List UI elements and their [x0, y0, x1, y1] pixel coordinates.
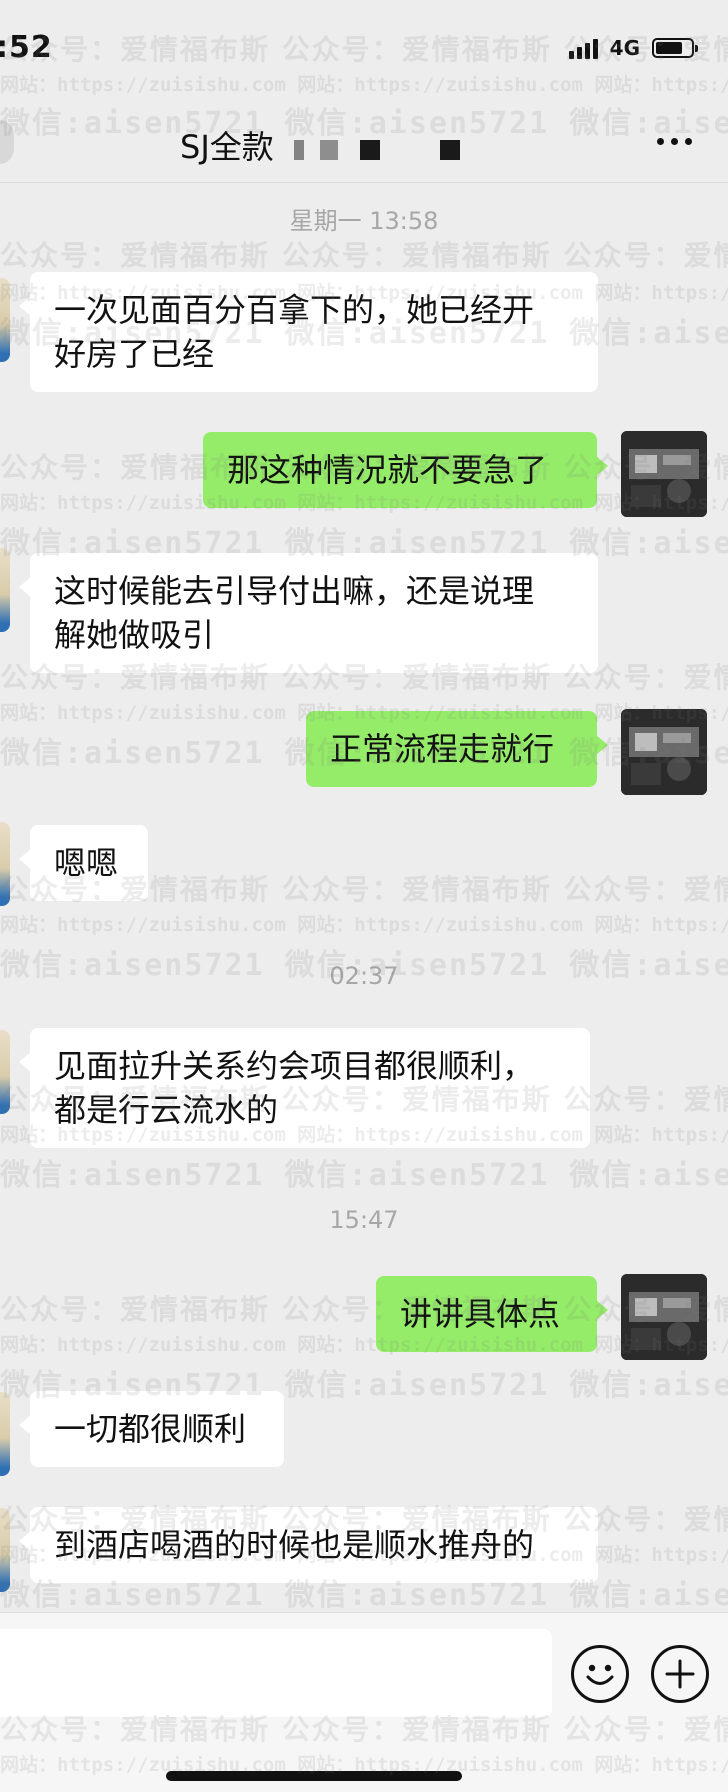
more-actions-button[interactable]	[651, 1645, 709, 1703]
contact-avatar[interactable]	[0, 1392, 10, 1476]
message-text: 一次见面百分百拿下的，她已经开	[54, 291, 535, 329]
my-avatar[interactable]	[621, 1274, 707, 1360]
message-text: 正常流程走就行	[330, 730, 555, 768]
message-timestamp: 星期一 13:58	[289, 207, 439, 235]
censor-mosaic	[360, 140, 380, 160]
status-indicators: 4G	[568, 36, 698, 60]
watermark-text: 公众号：爱情福布斯 公众号：爱情福布斯 公众号：爱情福布斯 公众号：爱情福布斯	[0, 239, 728, 272]
signal-strength-icon	[568, 37, 598, 59]
message-bubble-outgoing[interactable]: 正常流程走就行	[306, 711, 608, 787]
contact-avatar[interactable]	[0, 1508, 10, 1592]
message-timestamp: 15:47	[329, 1206, 399, 1234]
message-text: 都是行云流水的	[54, 1091, 279, 1129]
contact-avatar[interactable]	[0, 548, 10, 632]
contact-avatar[interactable]	[0, 822, 10, 906]
emoji-button[interactable]	[571, 1645, 629, 1703]
chat-title[interactable]: SJ全款	[180, 122, 274, 168]
message-text: 解她做吸引	[54, 616, 215, 654]
message-text: 见面拉升关系约会项目都很顺利，	[54, 1047, 535, 1085]
back-button[interactable]	[0, 120, 14, 164]
my-avatar[interactable]	[621, 431, 707, 517]
plus-circle-icon	[665, 1659, 695, 1689]
message-text: 一切都很顺利	[54, 1410, 247, 1448]
message-text: 讲讲具体点	[400, 1295, 561, 1333]
battery-icon	[652, 38, 698, 58]
message-bubble-incoming[interactable]: 见面拉升关系约会项目都很顺利， 都是行云流水的	[19, 1028, 590, 1148]
watermark-text: 网站：https://zuisishu.com 网站：https://zuisi…	[0, 914, 728, 936]
message-bubble-incoming[interactable]: 一次见面百分百拿下的，她已经开 好房了已经	[19, 272, 598, 392]
chat-header: SJ全款	[0, 100, 728, 183]
censor-mosaic	[320, 140, 338, 160]
message-bubble-outgoing[interactable]: 那这种情况就不要急了	[203, 432, 608, 508]
home-indicator[interactable]	[166, 1771, 462, 1781]
message-text: 那这种情况就不要急了	[227, 451, 548, 489]
contact-avatar[interactable]	[0, 1030, 10, 1114]
message-bubble-incoming[interactable]: 这时候能去引导付出嘛，还是说理 解她做吸引	[19, 553, 598, 673]
network-type: 4G	[609, 36, 640, 60]
watermark-text: 公众号：爱情福布斯 公众号：爱情福布斯 公众号：爱情福布斯 公众号：爱情福布斯	[0, 1293, 728, 1326]
battery-level	[656, 42, 682, 54]
status-bar: :52 4G	[0, 0, 728, 100]
message-bubble-incoming[interactable]: 到酒店喝酒的时候也是顺水推舟的	[19, 1507, 598, 1583]
chat-screen: :52 4G SJ全款 星期一 13:58 一次见面百分百拿下的，她已经开 好房…	[0, 0, 728, 1792]
message-input[interactable]	[0, 1629, 552, 1717]
message-text: 好房了已经	[54, 335, 215, 373]
message-bubble-incoming[interactable]: 一切都很顺利	[19, 1391, 284, 1467]
message-bubble-incoming[interactable]: 嗯嗯	[19, 825, 148, 901]
message-text: 这时候能去引导付出嘛，还是说理	[54, 572, 535, 610]
contact-avatar[interactable]	[0, 278, 10, 362]
input-bar	[0, 1612, 728, 1792]
message-bubble-outgoing[interactable]: 讲讲具体点	[376, 1276, 608, 1352]
status-time: :52	[0, 30, 53, 65]
more-dots-icon[interactable]	[657, 138, 692, 145]
my-avatar[interactable]	[621, 709, 707, 795]
watermark-text: 网站：https://zuisishu.com 网站：https://zuisi…	[0, 1334, 728, 1356]
censor-mosaic	[294, 140, 304, 160]
message-text: 到酒店喝酒的时候也是顺水推舟的	[54, 1526, 535, 1564]
message-timestamp: 02:37	[329, 962, 399, 990]
censor-mosaic	[440, 140, 460, 160]
watermark-text: 微信:aisen5721 微信:aisen5721 微信:aisen5721 微…	[0, 1158, 728, 1193]
message-text: 嗯嗯	[54, 844, 119, 882]
emoji-smile-icon	[586, 1664, 614, 1685]
